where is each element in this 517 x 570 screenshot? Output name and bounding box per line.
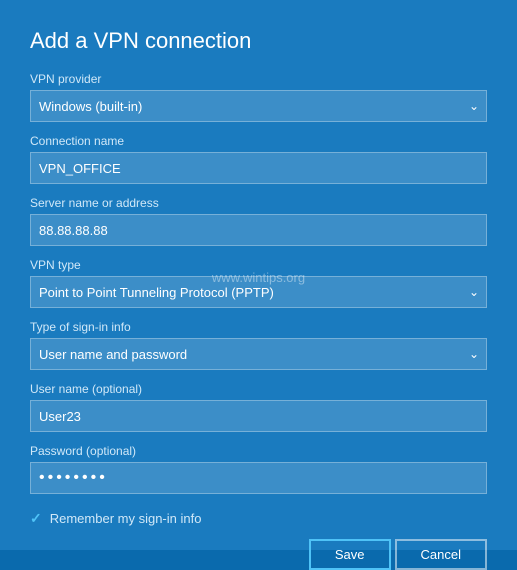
dialog-title: Add a VPN connection xyxy=(30,28,487,54)
signin-type-label: Type of sign-in info xyxy=(30,320,487,334)
vpn-provider-group: VPN provider Windows (built-in) ⌄ xyxy=(30,72,487,122)
button-row: Save Cancel xyxy=(30,527,487,570)
vpn-type-group: VPN type Point to Point Tunneling Protoc… xyxy=(30,258,487,308)
remember-row: ✓ Remember my sign-in info xyxy=(30,510,487,527)
remember-label: Remember my sign-in info xyxy=(50,511,202,526)
password-group: Password (optional) xyxy=(30,444,487,494)
password-input[interactable] xyxy=(30,462,487,494)
vpn-type-select-wrapper: Point to Point Tunneling Protocol (PPTP)… xyxy=(30,276,487,308)
username-group: User name (optional) xyxy=(30,382,487,432)
signin-type-select[interactable]: User name and passwordSmart cardOne-time… xyxy=(30,338,487,370)
vpn-type-select[interactable]: Point to Point Tunneling Protocol (PPTP)… xyxy=(30,276,487,308)
save-button[interactable]: Save xyxy=(309,539,391,570)
vpn-provider-select[interactable]: Windows (built-in) xyxy=(30,90,487,122)
remember-checkmark-icon: ✓ xyxy=(30,510,42,527)
connection-name-input[interactable] xyxy=(30,152,487,184)
server-name-group: Server name or address xyxy=(30,196,487,246)
vpn-dialog: Add a VPN connection VPN provider Window… xyxy=(0,0,517,550)
password-label: Password (optional) xyxy=(30,444,487,458)
vpn-provider-select-wrapper: Windows (built-in) ⌄ xyxy=(30,90,487,122)
cancel-button[interactable]: Cancel xyxy=(395,539,487,570)
connection-name-label: Connection name xyxy=(30,134,487,148)
username-input[interactable] xyxy=(30,400,487,432)
vpn-type-label: VPN type xyxy=(30,258,487,272)
vpn-provider-label: VPN provider xyxy=(30,72,487,86)
signin-type-select-wrapper: User name and passwordSmart cardOne-time… xyxy=(30,338,487,370)
connection-name-group: Connection name xyxy=(30,134,487,184)
server-name-label: Server name or address xyxy=(30,196,487,210)
server-name-input[interactable] xyxy=(30,214,487,246)
signin-type-group: Type of sign-in info User name and passw… xyxy=(30,320,487,370)
username-label: User name (optional) xyxy=(30,382,487,396)
